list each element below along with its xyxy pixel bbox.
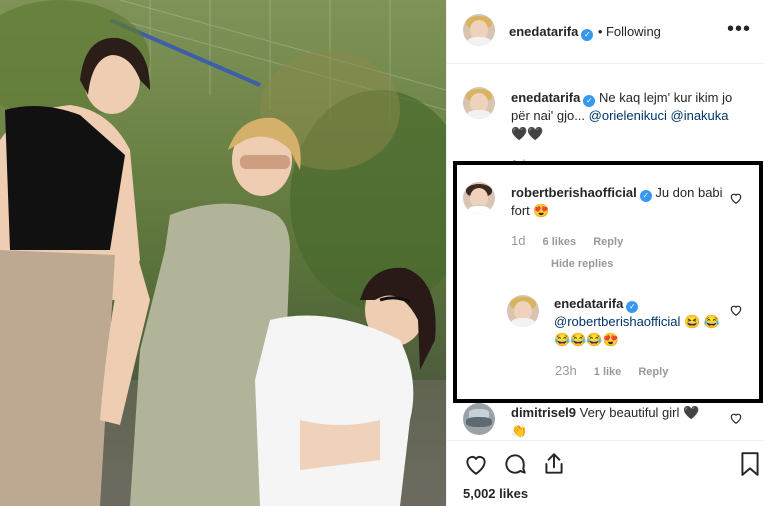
comment-heart: 🖤 [683, 405, 700, 420]
author-avatar[interactable] [463, 14, 495, 46]
post-actions-bar: 5,002 likes [447, 440, 764, 506]
caption-avatar[interactable] [463, 87, 495, 119]
heart-icon[interactable] [463, 451, 489, 477]
post-photo [0, 0, 446, 506]
comment-dimitrisel9: dimitrisel9 Very beautiful girl 🖤 👏 [511, 404, 731, 440]
caption-username[interactable]: enedatarifa [511, 90, 580, 105]
following-status[interactable]: • Following [598, 24, 661, 39]
comment-text: Very beautiful girl [579, 405, 680, 420]
caption: enedatarifa ✓ Ne kaq lejm' kur ikim jo pë… [511, 89, 747, 143]
caption-mention-1[interactable]: @orielenikuci [589, 108, 667, 123]
author-username[interactable]: enedatarifa [509, 24, 578, 39]
photo-scene [0, 0, 446, 506]
caption-hearts: 🖤🖤 [511, 126, 544, 141]
comment-like-heart-icon[interactable] [729, 411, 743, 425]
post-header: enedatarifa ✓ • Following ••• [447, 0, 764, 64]
comment-extra-emoji: 👏 [511, 423, 528, 438]
verified-badge-icon: ✓ [583, 95, 596, 107]
likes-count[interactable]: 5,002 likes [463, 486, 528, 501]
bookmark-icon[interactable] [739, 451, 761, 477]
comments-list[interactable]: enedatarifa ✓ Ne kaq lejm' kur ikim jo pë… [447, 65, 764, 440]
commenter-avatar[interactable] [463, 403, 495, 435]
comment-icon[interactable] [502, 451, 528, 477]
more-options-icon[interactable]: ••• [727, 18, 751, 41]
comment-username[interactable]: dimitrisel9 [511, 405, 576, 420]
share-icon[interactable] [541, 451, 567, 477]
verified-badge-icon: ✓ [581, 29, 594, 41]
caption-mention-2[interactable]: @inakuka [671, 108, 729, 123]
post-side-panel: enedatarifa ✓ • Following ••• enedatarifa… [446, 0, 764, 506]
highlight-frame [453, 161, 763, 403]
